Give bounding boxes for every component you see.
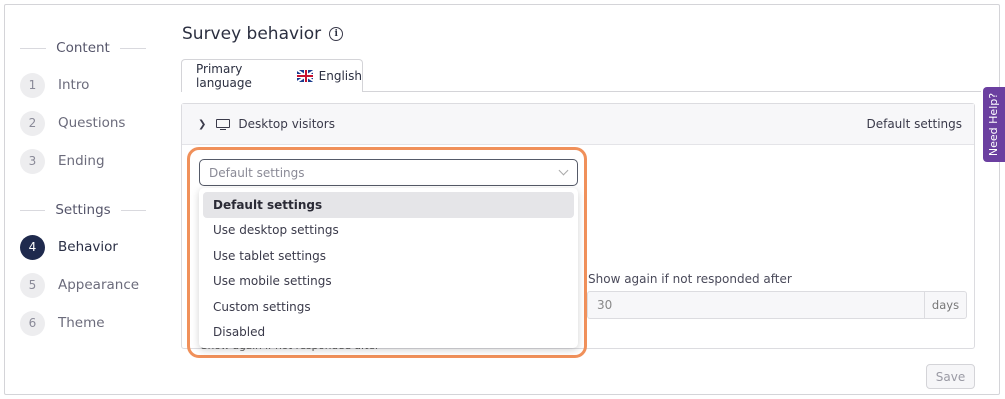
chevron-down-icon <box>558 165 569 176</box>
info-icon[interactable]: i <box>329 27 344 41</box>
sidebar-item-theme[interactable]: 6 Theme <box>20 310 105 336</box>
sidebar-section-content: Content <box>20 38 147 58</box>
sidebar-item-label: Appearance <box>58 277 140 293</box>
tab-language: English <box>318 69 362 83</box>
desktop-icon <box>216 118 231 130</box>
behavior-select[interactable]: Default settings <box>199 159 578 186</box>
tab-label: Primary language <box>196 62 252 90</box>
tab-primary-language[interactable]: Primary language English <box>181 59 363 92</box>
sidebar-item-behavior[interactable]: 4 Behavior <box>20 234 118 260</box>
option-default-settings[interactable]: Default settings <box>203 192 574 218</box>
sidebar-item-questions[interactable]: 2 Questions <box>20 110 125 136</box>
sidebar-item-label: Theme <box>58 315 105 331</box>
section-label: Settings <box>55 202 111 218</box>
show-again-label: Show again if not responded after <box>588 272 792 286</box>
need-help-label: Need Help? <box>987 92 1001 157</box>
sidebar-item-ending[interactable]: 3 Ending <box>20 148 105 174</box>
step-number: 6 <box>20 310 45 336</box>
panel-status: Default settings <box>866 117 962 131</box>
save-button[interactable]: Save <box>926 364 975 389</box>
step-number: 2 <box>20 110 45 136</box>
sidebar-item-intro[interactable]: 1 Intro <box>20 72 89 98</box>
section-label: Content <box>56 40 110 56</box>
step-number: 1 <box>20 72 45 98</box>
uk-flag-icon <box>296 70 313 82</box>
chevron-down-icon[interactable]: ❯ <box>198 119 206 130</box>
sidebar-item-label: Questions <box>58 115 126 131</box>
step-number: 4 <box>20 234 45 260</box>
sidebar-item-label: Intro <box>58 77 90 93</box>
show-again-unit: days <box>924 292 966 318</box>
page-title: Survey behavior i <box>182 24 344 44</box>
panel-header[interactable]: ❯ Desktop visitors Default settings <box>182 104 974 145</box>
sidebar-section-settings: Settings <box>20 200 146 220</box>
option-custom-settings[interactable]: Custom settings <box>203 294 574 320</box>
behavior-options-menu: Default settings Use desktop settings Us… <box>199 188 578 348</box>
sidebar-item-appearance[interactable]: 5 Appearance <box>20 272 139 298</box>
step-number: 3 <box>20 148 45 174</box>
option-mobile-settings[interactable]: Use mobile settings <box>203 269 574 295</box>
panel-title: Desktop visitors <box>238 117 335 131</box>
select-value: Default settings <box>209 165 305 180</box>
option-disabled[interactable]: Disabled <box>203 320 574 346</box>
option-desktop-settings[interactable]: Use desktop settings <box>203 218 574 244</box>
step-number: 5 <box>20 272 45 298</box>
show-again-value[interactable]: 30 <box>588 292 924 318</box>
show-again-input[interactable]: 30 days <box>587 291 967 319</box>
sidebar-item-label: Ending <box>58 153 105 169</box>
option-tablet-settings[interactable]: Use tablet settings <box>203 243 574 269</box>
page-title-text: Survey behavior <box>182 24 322 44</box>
sidebar-item-label: Behavior <box>58 239 118 255</box>
need-help-tab[interactable]: Need Help? <box>983 87 1005 162</box>
